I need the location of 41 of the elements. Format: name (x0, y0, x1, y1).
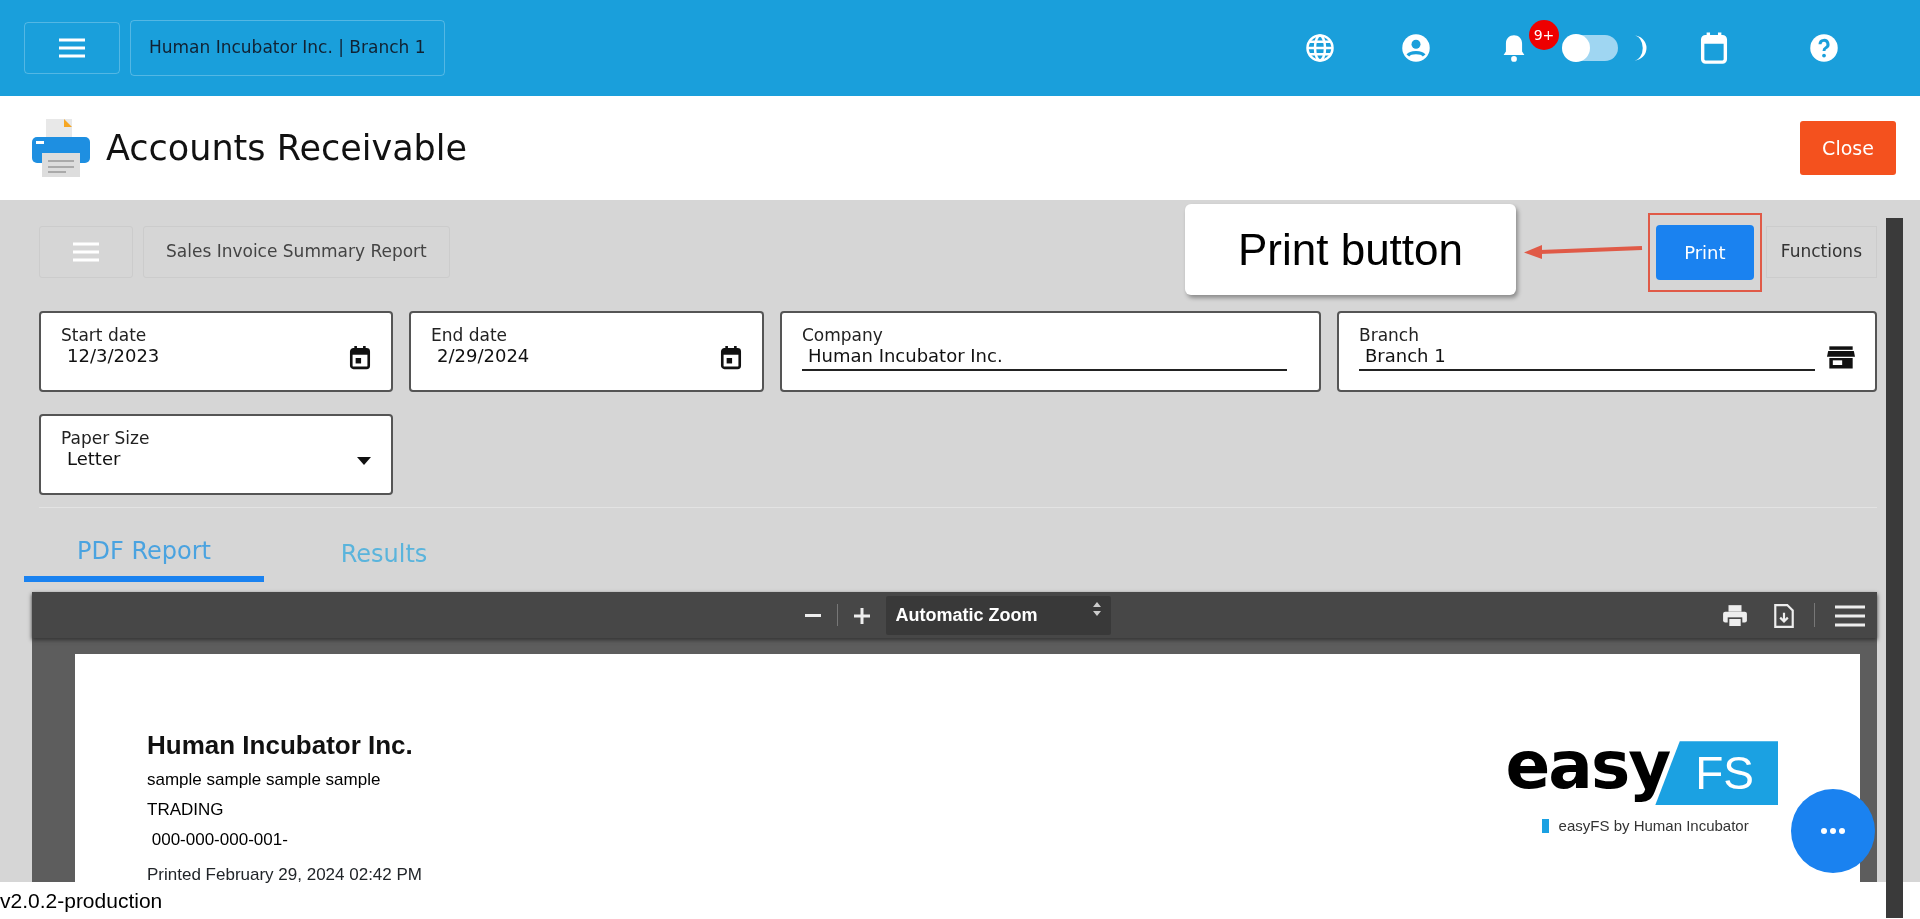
scrollbar[interactable] (1886, 218, 1903, 918)
functions-button[interactable]: Functions (1765, 226, 1877, 278)
plus-icon (853, 608, 870, 624)
input-field[interactable]: End date 2/29/2024 (409, 311, 764, 392)
print-button[interactable]: Print (1655, 224, 1754, 280)
calendar-icon (1699, 31, 1729, 65)
minus-icon (804, 614, 821, 618)
version-label: v2.0.2-production (0, 889, 163, 912)
help-icon (1809, 33, 1839, 63)
download-icon (1774, 604, 1794, 628)
menu-icon (58, 37, 86, 59)
logo-caption: easyFS by Human Incubator (1558, 816, 1749, 837)
organization-label[interactable]: Human Incubator Inc. | Branch 1 (130, 20, 445, 76)
more-icon (1821, 828, 1845, 834)
printer-icon (1722, 604, 1748, 628)
sort-arrows-icon (1092, 601, 1101, 616)
zoom-dropdown[interactable]: Automatic Zoom (885, 595, 1111, 635)
company-detail: 000-000-000-001- (150, 828, 289, 851)
input-field[interactable]: Start date 12/3/2023 (39, 311, 393, 392)
menu-icon (1835, 605, 1865, 627)
printed-date: Printed February 29, 2024 02:42 PM (147, 864, 422, 887)
company-detail: TRADING (147, 798, 225, 821)
input-field[interactable]: Company Human Incubator Inc. (780, 311, 1321, 392)
notification-badge: 9+ (1529, 20, 1559, 50)
bar-icon (1541, 819, 1549, 834)
calendar-icon (349, 345, 371, 370)
report-title: Sales Invoice Summary Report (143, 226, 450, 278)
store-icon (1827, 345, 1855, 370)
globe-icon (1305, 33, 1335, 63)
dropdown-field[interactable]: Paper Size Letter (39, 414, 393, 495)
calendar-icon (720, 345, 742, 370)
input-field[interactable]: Branch Branch 1 (1337, 311, 1877, 392)
menu-icon (72, 241, 100, 263)
callout-label: Print button (1185, 204, 1516, 295)
page-title: Accounts Receivable (106, 126, 468, 170)
dark-mode-toggle[interactable] (1564, 35, 1618, 61)
printer-icon (30, 117, 92, 179)
company-detail: sample sample sample sample (147, 769, 382, 791)
company-name: Human Incubator Inc. (147, 729, 414, 762)
caret-icon (357, 456, 371, 465)
user-icon (1401, 33, 1431, 63)
